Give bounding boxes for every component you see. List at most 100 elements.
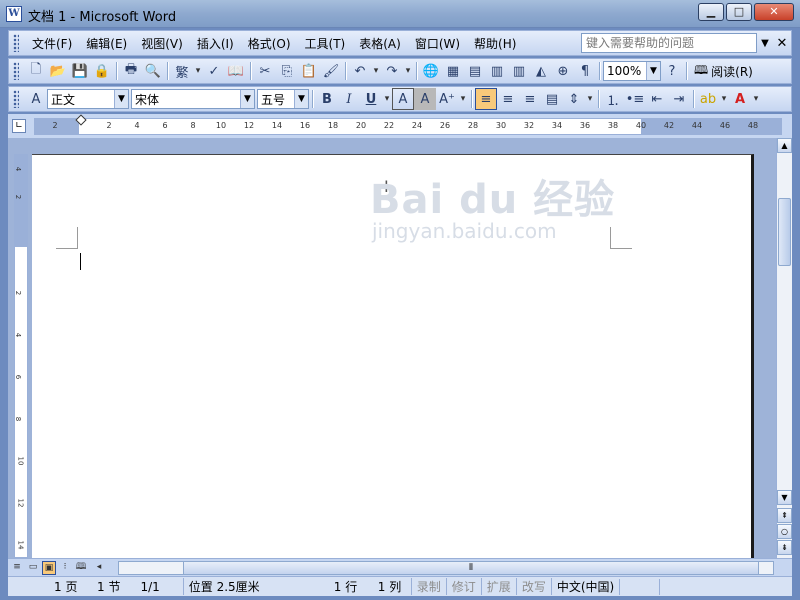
new-icon[interactable]: 🗋 <box>25 60 47 82</box>
web-layout-icon[interactable]: ▭ <box>26 561 40 575</box>
chevron-down-icon[interactable]: ▾ <box>751 94 761 104</box>
outline-view-icon[interactable]: ⁝ <box>58 561 72 575</box>
permission-icon[interactable]: 🔒 <box>91 60 113 82</box>
help-dropdown-icon[interactable]: ▼ <box>757 38 773 49</box>
menu-table[interactable]: 表格(A) <box>352 33 408 54</box>
line-spacing-icon[interactable]: ⇕ <box>563 88 585 110</box>
research-icon[interactable]: 繁 <box>171 60 193 82</box>
drawing-icon[interactable]: ◭ <box>530 60 552 82</box>
help-icon[interactable]: ? <box>661 60 683 82</box>
chevron-down-icon[interactable]: ▼ <box>294 90 308 108</box>
status-spelling[interactable] <box>619 578 659 595</box>
scroll-down-icon[interactable]: ▼ <box>777 490 792 505</box>
scroll-left-icon[interactable]: ◂ <box>92 561 106 575</box>
status-language[interactable]: 中文(中国) <box>550 578 619 595</box>
open-icon[interactable]: 📂 <box>47 60 69 82</box>
insert-table-icon[interactable]: ▤ <box>464 60 486 82</box>
numbering-icon[interactable]: ⒈ <box>602 88 624 110</box>
redo-icon[interactable]: ↷ <box>381 60 403 82</box>
horizontal-scrollbar[interactable]: ⦀ <box>118 561 774 575</box>
columns-icon[interactable]: ▥ <box>508 60 530 82</box>
toolbar-grip[interactable] <box>13 62 19 80</box>
show-hide-icon[interactable]: ¶ <box>574 60 596 82</box>
status-ovr[interactable]: 改写 <box>515 578 551 595</box>
document-map-icon[interactable]: ⊕ <box>552 60 574 82</box>
status-rec[interactable]: 录制 <box>410 578 446 595</box>
justify-icon[interactable]: ▤ <box>541 88 563 110</box>
normal-view-icon[interactable]: ≡ <box>10 561 24 575</box>
print-icon[interactable]: 🖶 <box>120 60 142 82</box>
save-icon[interactable]: 💾 <box>69 60 91 82</box>
chevron-down-icon[interactable]: ▾ <box>458 94 468 104</box>
increase-indent-icon[interactable]: ⇥ <box>668 88 690 110</box>
document-page[interactable]: Ⅰ Bai du 经验 jingyan.baidu.com <box>32 154 754 558</box>
read-button[interactable]: 🕮 阅读(R) <box>690 61 757 82</box>
chevron-down-icon[interactable]: ▾ <box>585 94 595 104</box>
next-page-icon[interactable]: ⇟ <box>777 540 792 555</box>
hyperlink-icon[interactable]: 🌐 <box>420 60 442 82</box>
chevron-down-icon[interactable]: ▾ <box>371 66 381 76</box>
undo-icon[interactable]: ↶ <box>349 60 371 82</box>
copy-icon[interactable]: ⎘ <box>276 60 298 82</box>
font-select[interactable]: 宋体 ▼ <box>131 89 255 109</box>
zoom-select[interactable]: 100% ▼ <box>603 61 661 81</box>
scrollbar-thumb[interactable]: ⦀ <box>183 562 759 574</box>
bullets-icon[interactable]: •≡ <box>624 88 646 110</box>
help-search-input[interactable]: 键入需要帮助的问题 <box>581 33 757 53</box>
font-color-icon[interactable]: A <box>729 88 751 110</box>
style-select[interactable]: 正文 ▼ <box>47 89 129 109</box>
print-preview-icon[interactable]: 🔍 <box>142 60 164 82</box>
chevron-down-icon[interactable]: ▼ <box>240 90 254 108</box>
maximize-button[interactable]: □ <box>726 3 752 21</box>
reading-view-icon[interactable]: 🕮 <box>74 561 88 575</box>
menu-tools[interactable]: 工具(T) <box>298 33 353 54</box>
tab-selector[interactable]: ∟ <box>12 119 26 133</box>
decrease-indent-icon[interactable]: ⇤ <box>646 88 668 110</box>
menu-file[interactable]: 文件(F) <box>25 33 79 54</box>
research-book-icon[interactable]: 📖 <box>225 60 247 82</box>
text-effect-icon[interactable]: A⁺ <box>436 88 458 110</box>
format-painter-icon[interactable]: 🖌 <box>320 60 342 82</box>
character-shading-button[interactable]: A <box>414 88 436 110</box>
cut-icon[interactable]: ✂ <box>254 60 276 82</box>
font-size-select[interactable]: 五号 ▼ <box>257 89 309 109</box>
status-ext[interactable]: 扩展 <box>480 578 516 595</box>
styles-icon[interactable]: A <box>25 88 47 110</box>
menu-window[interactable]: 窗口(W) <box>408 33 467 54</box>
menu-help[interactable]: 帮助(H) <box>467 33 523 54</box>
previous-page-icon[interactable]: ⇞ <box>777 508 792 523</box>
spelling-icon[interactable]: ✓ <box>203 60 225 82</box>
align-right-icon[interactable]: ≡ <box>519 88 541 110</box>
chevron-down-icon[interactable]: ▾ <box>719 94 729 104</box>
align-left-icon[interactable]: ≡ <box>475 88 497 110</box>
italic-button[interactable]: I <box>338 88 360 110</box>
status-trk[interactable]: 修订 <box>445 578 481 595</box>
minimize-button[interactable]: ▁ <box>698 3 724 21</box>
underline-button[interactable]: U <box>360 88 382 110</box>
menu-format[interactable]: 格式(O) <box>241 33 298 54</box>
chevron-down-icon[interactable]: ▼ <box>646 62 660 80</box>
menu-edit[interactable]: 编辑(E) <box>79 33 134 54</box>
close-button[interactable]: ✕ <box>754 3 794 21</box>
chevron-down-icon[interactable]: ▾ <box>382 94 392 104</box>
insert-excel-icon[interactable]: ▥ <box>486 60 508 82</box>
menu-insert[interactable]: 插入(I) <box>190 33 241 54</box>
chevron-down-icon[interactable]: ▾ <box>403 66 413 76</box>
scroll-up-icon[interactable]: ▲ <box>777 138 792 153</box>
close-document-icon[interactable]: ✕ <box>773 36 791 51</box>
vertical-ruler[interactable]: 4 2 2 4 6 8 10 12 14 <box>14 154 28 558</box>
word-app-icon[interactable]: W <box>6 6 22 22</box>
highlight-icon[interactable]: ab <box>697 88 719 110</box>
paste-icon[interactable]: 📋 <box>298 60 320 82</box>
horizontal-ruler[interactable]: 2 2 4 6 8 10 12 14 16 18 20 22 24 26 28 … <box>34 114 782 135</box>
character-border-button[interactable]: A <box>392 88 414 110</box>
chevron-down-icon[interactable]: ▼ <box>114 90 128 108</box>
scrollbar-thumb[interactable] <box>778 198 791 266</box>
menu-view[interactable]: 视图(V) <box>134 33 190 54</box>
chevron-down-icon[interactable]: ▾ <box>193 66 203 76</box>
print-layout-icon[interactable]: ▣ <box>42 561 56 575</box>
vertical-scrollbar[interactable]: ▲ ▼ ⇞ ○ ⇟ <box>776 138 792 558</box>
bold-button[interactable]: B <box>316 88 338 110</box>
toolbar-grip[interactable] <box>13 90 19 108</box>
toolbar-grip[interactable] <box>13 34 19 52</box>
